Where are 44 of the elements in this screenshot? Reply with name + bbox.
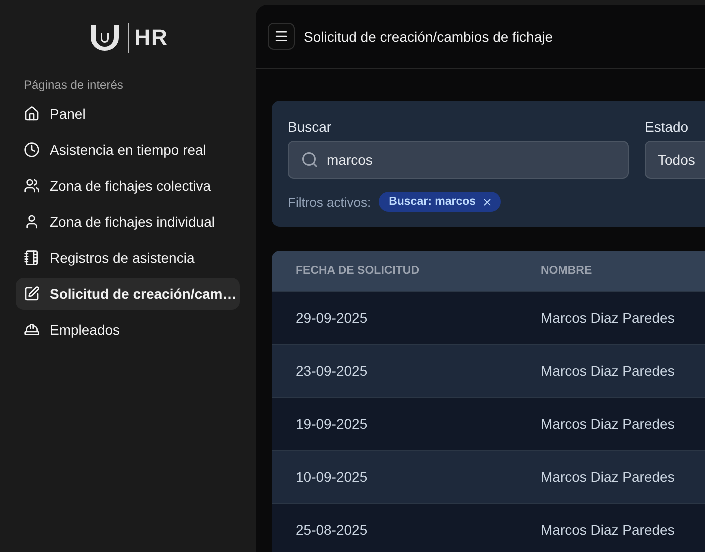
page-title: Solicitud de creación/cambios de fichaje — [304, 28, 554, 44]
table-row[interactable]: 25-08-2025 Marcos Diaz Paredes — [272, 503, 705, 552]
table-cell-text: Marcos Diaz Paredes — [541, 469, 676, 485]
sidebar-item[interactable]: Empleados — [16, 314, 240, 346]
table-cell-text: 25-08-2025 — [296, 522, 369, 538]
table-cell-text: Marcos Diaz Paredes — [541, 363, 676, 379]
column-header: NOMBRE — [541, 265, 594, 277]
sidebar-item[interactable]: Zona de fichajes colectiva — [16, 170, 240, 202]
active-filters-label: Filtros activos: — [288, 194, 372, 210]
table-cell-text: Marcos Diaz Paredes — [541, 416, 676, 432]
field-label: Estado — [645, 119, 690, 137]
table-cell-text: Marcos Diaz Paredes — [541, 310, 676, 326]
field-label: Buscar — [288, 119, 333, 137]
table-row[interactable]: 23-09-2025 Marcos Diaz Paredes — [272, 344, 705, 397]
status-dropdown[interactable]: Todos — [645, 141, 705, 179]
filter-chip[interactable]: Buscar: marcos — [379, 192, 502, 212]
table-cell-text: 23-09-2025 — [296, 363, 369, 379]
sidebar-item[interactable]: Solicitud de creación/cam… — [16, 278, 240, 310]
sidebar-item[interactable]: Panel — [16, 98, 240, 130]
column-header: FECHA DE SOLICITUD — [296, 265, 421, 277]
search-field[interactable]: marcos — [288, 141, 629, 179]
sidebar-item[interactable]: Registros de asistencia — [16, 242, 240, 274]
close-icon[interactable] — [482, 196, 494, 208]
search-icon — [301, 151, 319, 169]
users-icon — [24, 178, 40, 194]
table-cell-text: 19-09-2025 — [296, 416, 369, 432]
table-row[interactable]: 10-09-2025 Marcos Diaz Paredes — [272, 450, 705, 503]
table-cell-text: 29-09-2025 — [296, 310, 369, 326]
menu-icon — [274, 29, 289, 44]
user-icon — [24, 214, 40, 230]
clock-icon — [24, 142, 40, 158]
edit-icon — [24, 286, 40, 302]
section-title: Páginas de interés — [23, 78, 124, 92]
home-icon — [24, 106, 40, 122]
table-cell-text: 10-09-2025 — [296, 469, 369, 485]
sidebar-item[interactable]: Asistencia en tiempo real — [16, 134, 240, 166]
logo-text: HR — [134, 25, 168, 51]
table-cell-text: Marcos Diaz Paredes — [541, 522, 676, 538]
table-row[interactable]: 29-09-2025 Marcos Diaz Paredes — [272, 291, 705, 344]
hard-hat-icon — [24, 322, 40, 338]
menu-button[interactable] — [268, 23, 295, 50]
notebook-icon — [24, 250, 40, 266]
sidebar-item[interactable]: Zona de fichajes individual — [16, 206, 240, 238]
table-row[interactable]: 19-09-2025 Marcos Diaz Paredes — [272, 397, 705, 450]
